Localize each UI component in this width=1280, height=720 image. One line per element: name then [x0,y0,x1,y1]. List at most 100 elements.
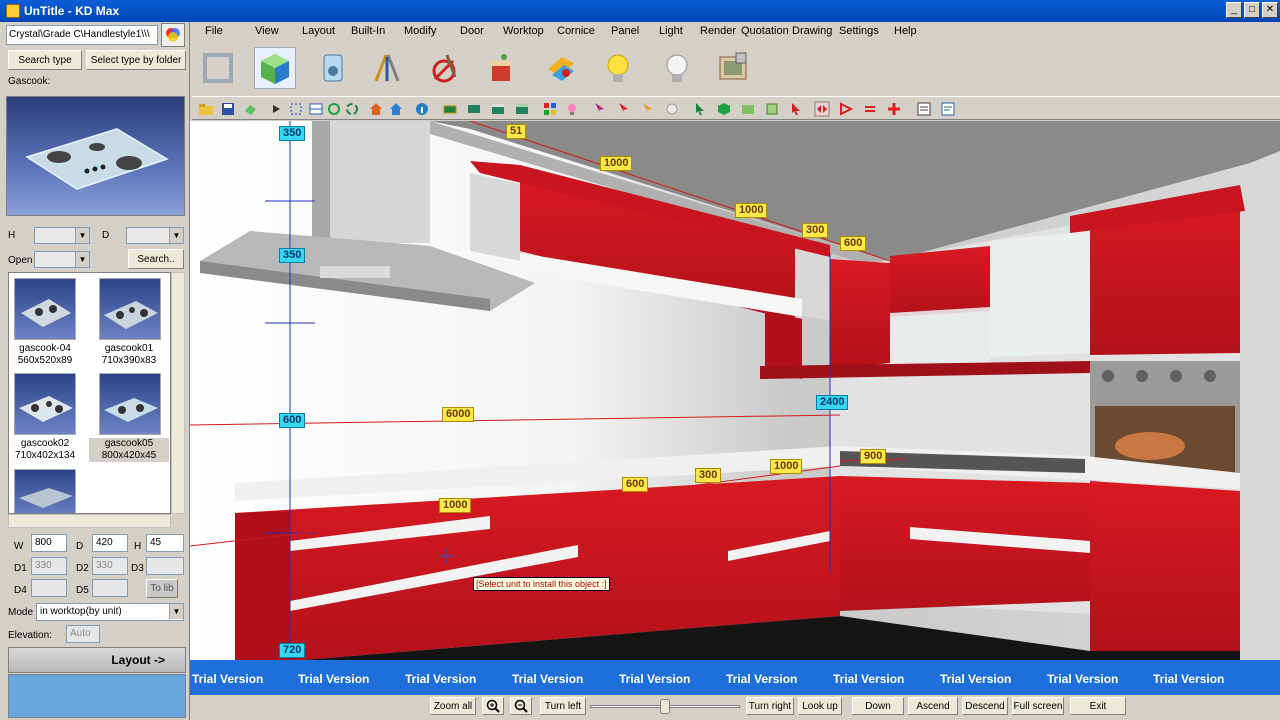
refresh-icon[interactable] [344,101,360,117]
open-icon[interactable] [198,101,214,117]
menu-panel[interactable]: Panel [611,25,639,37]
save-icon[interactable] [220,101,236,117]
pointer-red-icon[interactable] [616,101,632,117]
menu-settings[interactable]: Settings [839,25,879,37]
list-icon[interactable] [916,101,932,117]
report-icon[interactable] [940,101,956,117]
rotation-slider[interactable] [590,699,740,714]
move-icon[interactable] [886,101,902,117]
library-path-field[interactable]: Crystal\Grade C\Handlestyle1\\\ [6,25,158,45]
menu-built-in[interactable]: Built-In [351,25,385,37]
base-unit-icon[interactable] [442,101,458,117]
wall-unit-icon[interactable] [466,101,482,117]
layout-button[interactable]: Layout -> [8,647,186,673]
arrow-red-icon[interactable] [788,101,804,117]
thumb-gascook05[interactable] [99,373,161,435]
menu-worktop[interactable]: Worktop [503,25,544,37]
full-screen-button[interactable]: Full screen [1012,697,1064,715]
depth-field[interactable]: 420 [92,534,128,552]
arrow-cursor-icon[interactable] [692,101,708,117]
h-filter-select[interactable]: ▼ [34,227,90,244]
menu-cornice[interactable]: Cornice [557,25,595,37]
turn-left-button[interactable]: Turn left [540,697,586,715]
cornice-icon[interactable] [540,47,582,89]
search-button[interactable]: Search.. [128,249,184,269]
target-icon[interactable] [664,101,680,117]
menu-modify[interactable]: Modify [404,25,436,37]
house-arrow-icon[interactable] [388,101,404,117]
zoom-all-button[interactable]: Zoom all [430,697,476,715]
open-filter-select[interactable]: ▼ [34,251,90,268]
light-off-icon[interactable] [656,47,698,89]
menu-door[interactable]: Door [460,25,484,37]
plan-icon[interactable] [740,101,756,117]
rotate-icon[interactable] [326,101,342,117]
turn-right-button[interactable]: Turn right [746,697,794,715]
color-palette-button[interactable] [161,23,185,47]
swap-icon[interactable] [862,101,878,117]
cube-icon[interactable] [716,101,732,117]
close-button[interactable]: ✕ [1262,2,1278,18]
light-on-icon[interactable] [597,47,639,89]
descend-button[interactable]: Descend [962,697,1008,715]
down-button[interactable]: Down [852,697,904,715]
3d-viewport[interactable]: 350 51 1000 1000 300 600 350 2400 600 60… [190,121,1280,695]
thumb-gascook-more[interactable] [14,469,76,513]
to-lib-button[interactable]: To lib [146,579,178,598]
menu-quotation[interactable]: Quotation [741,25,789,37]
slider-thumb[interactable] [660,699,670,714]
d2-field[interactable]: 330 [92,557,128,575]
d5-field[interactable] [92,579,128,597]
menu-layout[interactable]: Layout [302,25,335,37]
info-icon[interactable] [414,101,430,117]
modify-icon[interactable] [366,47,408,89]
gallery-horizontal-scrollbar[interactable] [8,514,171,528]
cabinet-3d-icon[interactable] [254,47,296,89]
menu-file[interactable]: File [205,25,223,37]
look-up-button[interactable]: Look up [798,697,842,715]
elevation-icon[interactable] [764,101,780,117]
menu-drawing[interactable]: Drawing [792,25,832,37]
flip-icon[interactable] [814,101,830,117]
menu-help[interactable]: Help [894,25,917,37]
play-icon[interactable] [268,101,284,117]
room-icon[interactable] [197,47,239,89]
built-in-icon[interactable] [312,47,354,89]
house-icon[interactable] [368,101,384,117]
bulb-arrow-icon[interactable] [564,101,580,117]
mode-select[interactable]: in worktop(by unit) ▼ [36,603,184,621]
height-field[interactable]: 45 [146,534,184,552]
menu-light[interactable]: Light [659,25,683,37]
d3-field[interactable] [146,557,184,575]
width-field[interactable]: 800 [31,534,67,552]
ascend-button[interactable]: Ascend [908,697,958,715]
pointer-yellow-icon[interactable] [640,101,656,117]
elevation-field[interactable]: Auto [66,625,100,643]
color-blocks-icon[interactable] [542,101,558,117]
select-type-by-folder-button[interactable]: Select type by folder [86,50,186,70]
minimize-button[interactable]: _ [1226,2,1242,18]
zoom-in-button[interactable] [482,697,504,715]
thumb-gascook01[interactable] [99,278,161,340]
search-type-button[interactable]: Search type [8,50,82,70]
mirror-icon[interactable] [838,101,854,117]
pointer-color-icon[interactable] [592,101,608,117]
thumb-gascook02[interactable] [14,373,76,435]
menu-view[interactable]: View [255,25,279,37]
grid-icon[interactable] [308,101,324,117]
d4-field[interactable] [31,579,67,597]
render-image-icon[interactable] [712,47,754,89]
maximize-button[interactable]: □ [1244,2,1260,18]
panel-unit-icon[interactable] [514,101,530,117]
new-icon[interactable] [242,101,258,117]
worktop-icon[interactable] [480,47,522,89]
door-icon[interactable] [423,47,465,89]
select-icon[interactable] [288,101,304,117]
d-filter-select[interactable]: ▼ [126,227,184,244]
zoom-out-button[interactable] [510,697,532,715]
exit-button[interactable]: Exit [1070,697,1126,715]
thumb-gascook-04[interactable] [14,278,76,340]
menu-render[interactable]: Render [700,25,736,37]
gallery-vertical-scrollbar[interactable] [171,272,185,514]
d1-field[interactable]: 330 [31,557,67,575]
